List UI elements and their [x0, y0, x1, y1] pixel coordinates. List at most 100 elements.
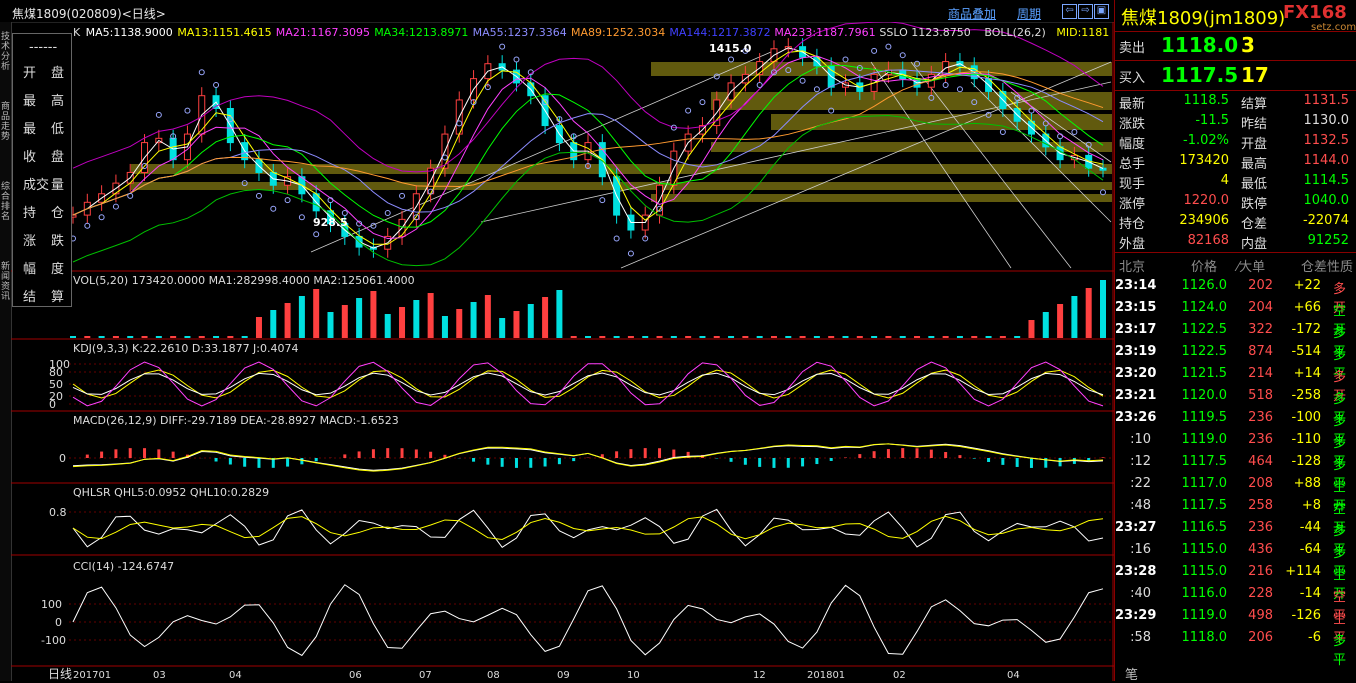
sar-dot	[899, 52, 906, 59]
field-label: 内盘	[1241, 237, 1268, 252]
tick-cell: 1122.5	[1181, 322, 1228, 337]
qhlsr-legend: QHLSR QHL5:0.0952 QHL10:0.2829	[73, 486, 269, 499]
tick-cell: +114	[1285, 564, 1321, 579]
cci-tick: 100	[41, 598, 62, 611]
tick-cell: -44	[1299, 520, 1321, 535]
tick-cell: +88	[1293, 476, 1321, 491]
field-label: 涨停	[1119, 197, 1146, 212]
tick-cell: 1116.0	[1181, 586, 1228, 601]
volume-bar	[1028, 320, 1035, 338]
info-row-label: 最	[23, 122, 37, 137]
tick-cell: -6	[1308, 630, 1321, 645]
volume-bar	[971, 336, 978, 338]
field-value: 1040.0	[1303, 193, 1350, 208]
tick-cell: 1122.5	[1181, 344, 1228, 359]
period-label: 日线	[47, 667, 72, 681]
tick-cell: 228	[1248, 586, 1273, 601]
tick-cell: +14	[1293, 366, 1321, 381]
volume-bar	[255, 317, 262, 338]
cci-legend: CCI(14) -124.6747	[73, 560, 174, 573]
tab-ranking[interactable]: 综合排名	[1, 182, 10, 222]
tick-cell: +22	[1293, 278, 1321, 293]
tick-cell: -126	[1291, 608, 1321, 623]
tick-cell: 23:20	[1115, 366, 1157, 381]
volume-bar	[685, 336, 692, 338]
x-axis-label: 03	[153, 670, 166, 681]
period-button[interactable]: 周期	[1017, 5, 1041, 22]
quote-panel: 焦煤1809(jm1809) FX168 setz.com 卖出 1118.0 …	[1114, 0, 1356, 683]
tick-cell: 1116.5	[1181, 520, 1228, 535]
volume-bar	[499, 318, 506, 338]
volume-bar	[871, 336, 878, 338]
qhlsr-line	[72, 515, 1104, 540]
sar-dot	[885, 43, 892, 50]
volume-bar	[141, 336, 148, 338]
volume-bar	[627, 336, 634, 338]
volume-bar	[856, 336, 863, 338]
volume-bar	[742, 336, 749, 338]
tab-technical[interactable]: 技术分析	[1, 32, 10, 72]
tick-cell: 23:14	[1115, 278, 1157, 293]
field-label: 最高	[1241, 157, 1268, 172]
sar-dot	[627, 250, 634, 257]
tick-cell: 23:17	[1115, 322, 1157, 337]
tab-commodity[interactable]: 商品走势	[1, 102, 10, 142]
tick-cell: 874	[1248, 344, 1273, 359]
prev-icon[interactable]: ⇦	[1062, 4, 1077, 19]
volume-bar	[441, 316, 448, 338]
tab-news[interactable]: 新闻资讯	[1, 262, 10, 302]
sar-dot	[813, 86, 820, 93]
sar-dot	[298, 214, 305, 221]
tick-cell: 多平	[1333, 634, 1347, 668]
x-axis-label: 02	[893, 670, 906, 681]
volume-bar	[656, 336, 663, 338]
volume-bar	[828, 336, 835, 338]
overlay-button[interactable]: 商品叠加	[948, 5, 996, 22]
sar-dot	[313, 231, 320, 238]
kdj-legend: KDJ(9,3,3) K:22.2610 D:33.1877 J:0.4074	[73, 342, 299, 355]
kline-chart[interactable]: K MA5:1138.9000 MA13:1151.4615 MA21:1167.30…	[11, 22, 1114, 681]
volume-bar	[270, 310, 277, 338]
x-axis-label: 09	[557, 670, 570, 681]
sar-dot	[956, 86, 963, 93]
sar-dot	[999, 128, 1006, 135]
sell-price: 1118.0	[1161, 33, 1239, 57]
field-value: 82168	[1187, 233, 1229, 248]
field-label: 持仓	[1119, 217, 1146, 232]
field-value: 4	[1220, 173, 1229, 188]
sell-qty: 3	[1241, 33, 1255, 57]
info-box-top: ------	[29, 40, 58, 55]
sar-dot	[842, 56, 849, 63]
volume-bar	[1071, 296, 1078, 338]
volume-bar	[770, 336, 777, 338]
tick-row: 23:21 1120.0 518 -258 多平	[1115, 385, 1356, 426]
maximize-icon[interactable]: ▣	[1094, 4, 1109, 19]
tick-row: :48 1117.5 258 +8 空开	[1115, 495, 1356, 536]
field-value: 91252	[1307, 233, 1349, 248]
field-value: -1.02%	[1183, 133, 1229, 148]
sar-dot	[341, 209, 348, 216]
sar-dot	[799, 77, 806, 84]
x-axis-label: 06	[349, 670, 362, 681]
tick-cell: :58	[1130, 630, 1151, 645]
info-row-label-2: 量	[51, 178, 65, 193]
info-row-label-2: 算	[51, 290, 65, 305]
field-label: 最新	[1119, 97, 1146, 112]
volume-bar	[956, 336, 963, 338]
tick-row: 23:26 1119.5 236 -100 多平	[1115, 407, 1356, 448]
tick-cell: 236	[1248, 520, 1273, 535]
volume-bar	[84, 336, 91, 338]
legend-ma55: MA55:1237.3364	[473, 26, 567, 39]
volume-bar	[413, 300, 420, 338]
x-axis-label: 10	[627, 670, 640, 681]
volume-bar	[1042, 312, 1049, 338]
sar-dot	[399, 192, 406, 199]
tick-cell: 202	[1248, 278, 1273, 293]
tick-cell: 1120.0	[1181, 388, 1228, 403]
volume-bar	[370, 291, 377, 338]
volume-bar	[184, 336, 191, 338]
next-icon[interactable]: ⇨	[1078, 4, 1093, 19]
x-axis-label: 04	[229, 670, 242, 681]
x-axis-label: 08	[487, 670, 500, 681]
info-row-label-2: 跌	[51, 234, 65, 249]
